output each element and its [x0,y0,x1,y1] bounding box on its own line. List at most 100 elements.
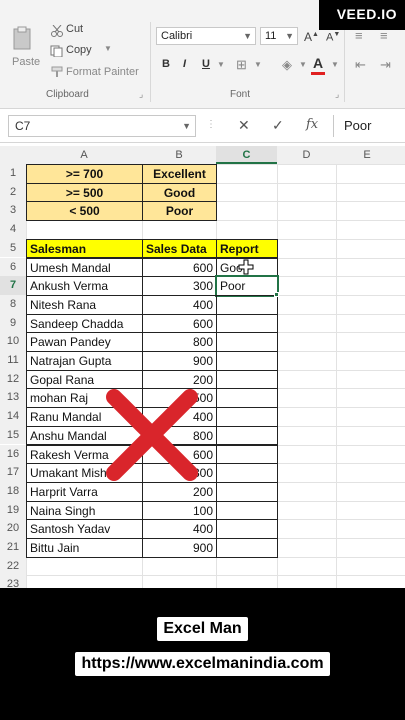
sales-cell[interactable]: 100 [142,500,217,521]
report-cell[interactable] [216,407,278,427]
salesman-cell[interactable]: Pawan Pandey [26,332,143,352]
report-cell[interactable] [216,388,278,409]
borders-icon[interactable]: ⊞ [236,57,247,73]
fill-color-icon[interactable]: ◈ [282,57,292,73]
format-painter-button[interactable]: Format Painter [66,66,139,78]
criteria-threshold[interactable]: < 500 [26,201,143,222]
row-header[interactable]: 17 [0,463,26,482]
borders-dropdown-icon[interactable]: ▼ [254,60,262,69]
row-header[interactable]: 13 [0,388,26,408]
column-header-b[interactable]: B [142,146,216,164]
criteria-threshold[interactable]: >= 500 [26,182,143,203]
criteria-grade[interactable]: Good [142,182,217,203]
salesman-cell[interactable]: Umesh Mandal [26,257,143,278]
sales-cell[interactable]: 300 [142,276,217,296]
decrease-font-icon[interactable]: A▼ [326,31,340,44]
font-name-select[interactable]: Calibri ▼ [156,27,256,45]
row-header[interactable]: 20 [0,519,26,538]
sales-cell[interactable]: 600 [142,313,217,334]
row-header[interactable]: 6 [0,257,26,277]
salesman-cell[interactable]: Naina Singh [26,500,143,521]
row-header[interactable]: 10 [0,332,26,351]
font-size-select[interactable]: 11 ▼ [260,27,298,45]
clipboard-launcher-icon[interactable]: ⌟ [139,89,143,100]
salesman-cell[interactable]: Sandeep Chadda [26,313,143,334]
salesman-cell[interactable]: Nitesh Rana [26,294,143,315]
formula-options-icon[interactable]: ⋮ [206,119,216,130]
table-header[interactable]: Salesman [26,238,143,259]
fill-handle[interactable] [274,291,279,297]
align-icon[interactable]: ≡ [355,28,363,43]
row-header[interactable]: 11 [0,351,26,370]
row-header[interactable]: 1 [0,164,26,183]
confirm-icon[interactable]: ✓ [272,117,284,134]
salesman-cell[interactable]: Ankush Verma [26,276,143,296]
sales-cell[interactable]: 900 [142,351,217,371]
paste-icon[interactable] [12,26,32,50]
report-cell[interactable] [216,351,278,371]
row-header[interactable]: 2 [0,182,26,202]
row-header[interactable]: 5 [0,238,26,258]
sales-cell[interactable]: 900 [142,538,217,558]
report-cell[interactable] [216,463,278,483]
criteria-grade[interactable]: Excellent [142,164,217,184]
salesman-cell[interactable]: Natrajan Gupta [26,351,143,371]
column-header-c[interactable]: C [216,146,277,164]
row-header[interactable]: 9 [0,313,26,333]
wrap-icon[interactable]: ≡ [380,28,388,43]
row-header[interactable]: 3 [0,201,26,221]
indent-icon[interactable]: ⇤ [355,57,366,73]
row-header[interactable]: 8 [0,294,26,314]
sales-cell[interactable]: 800 [142,332,217,352]
salesman-cell[interactable]: Santosh Yadav [26,519,143,539]
row-header[interactable]: 21 [0,538,26,557]
report-cell[interactable] [216,313,278,334]
font-color-dropdown-icon[interactable]: ▼ [331,60,339,69]
report-cell[interactable] [216,538,278,558]
bold-button[interactable]: B [162,58,170,70]
column-header-a[interactable]: A [26,146,142,164]
outdent-icon[interactable]: ⇥ [380,57,391,73]
report-cell[interactable]: Poor [215,275,279,297]
criteria-threshold[interactable]: >= 700 [26,164,143,184]
fill-dropdown-icon[interactable]: ▼ [299,60,307,69]
row-header[interactable]: 4 [0,220,26,239]
report-cell[interactable] [216,369,278,390]
copy-button[interactable]: Copy [66,44,92,56]
sales-cell[interactable]: 400 [142,294,217,315]
insert-function-icon[interactable]: fx [306,117,318,132]
salesman-cell[interactable]: Bittu Jain [26,538,143,558]
row-header[interactable]: 14 [0,407,26,426]
row-header[interactable]: 22 [0,556,26,576]
row-header[interactable]: 23 [0,575,26,588]
row-header[interactable]: 16 [0,444,26,464]
paste-button[interactable]: Paste [12,56,40,68]
table-header[interactable]: Report [216,238,278,259]
report-cell[interactable] [216,425,278,446]
select-all-corner[interactable] [0,146,26,164]
table-header[interactable]: Sales Data [142,238,217,259]
row-header[interactable]: 7 [0,276,26,295]
font-launcher-icon[interactable]: ⌟ [335,89,339,100]
underline-dropdown-icon[interactable]: ▼ [217,60,225,69]
sales-cell[interactable]: 600 [142,257,217,278]
increase-font-icon[interactable]: A▲ [304,30,319,44]
cancel-icon[interactable]: ✕ [238,117,250,134]
report-cell[interactable] [216,294,278,315]
report-cell[interactable] [216,332,278,352]
report-cell[interactable] [216,481,278,502]
copy-dropdown-icon[interactable]: ▼ [104,44,112,53]
row-header[interactable]: 12 [0,369,26,389]
column-header-e[interactable]: E [336,146,398,164]
italic-button[interactable]: I [183,58,186,70]
name-box[interactable]: C7 ▼ [8,115,196,137]
report-cell[interactable] [216,500,278,521]
criteria-grade[interactable]: Poor [142,201,217,222]
column-header-d[interactable]: D [277,146,336,164]
report-cell[interactable] [216,444,278,465]
report-cell[interactable] [216,519,278,539]
row-header[interactable]: 15 [0,425,26,445]
underline-button[interactable]: U [202,58,210,70]
row-header[interactable]: 19 [0,500,26,520]
formula-input[interactable]: Poor [333,115,405,137]
